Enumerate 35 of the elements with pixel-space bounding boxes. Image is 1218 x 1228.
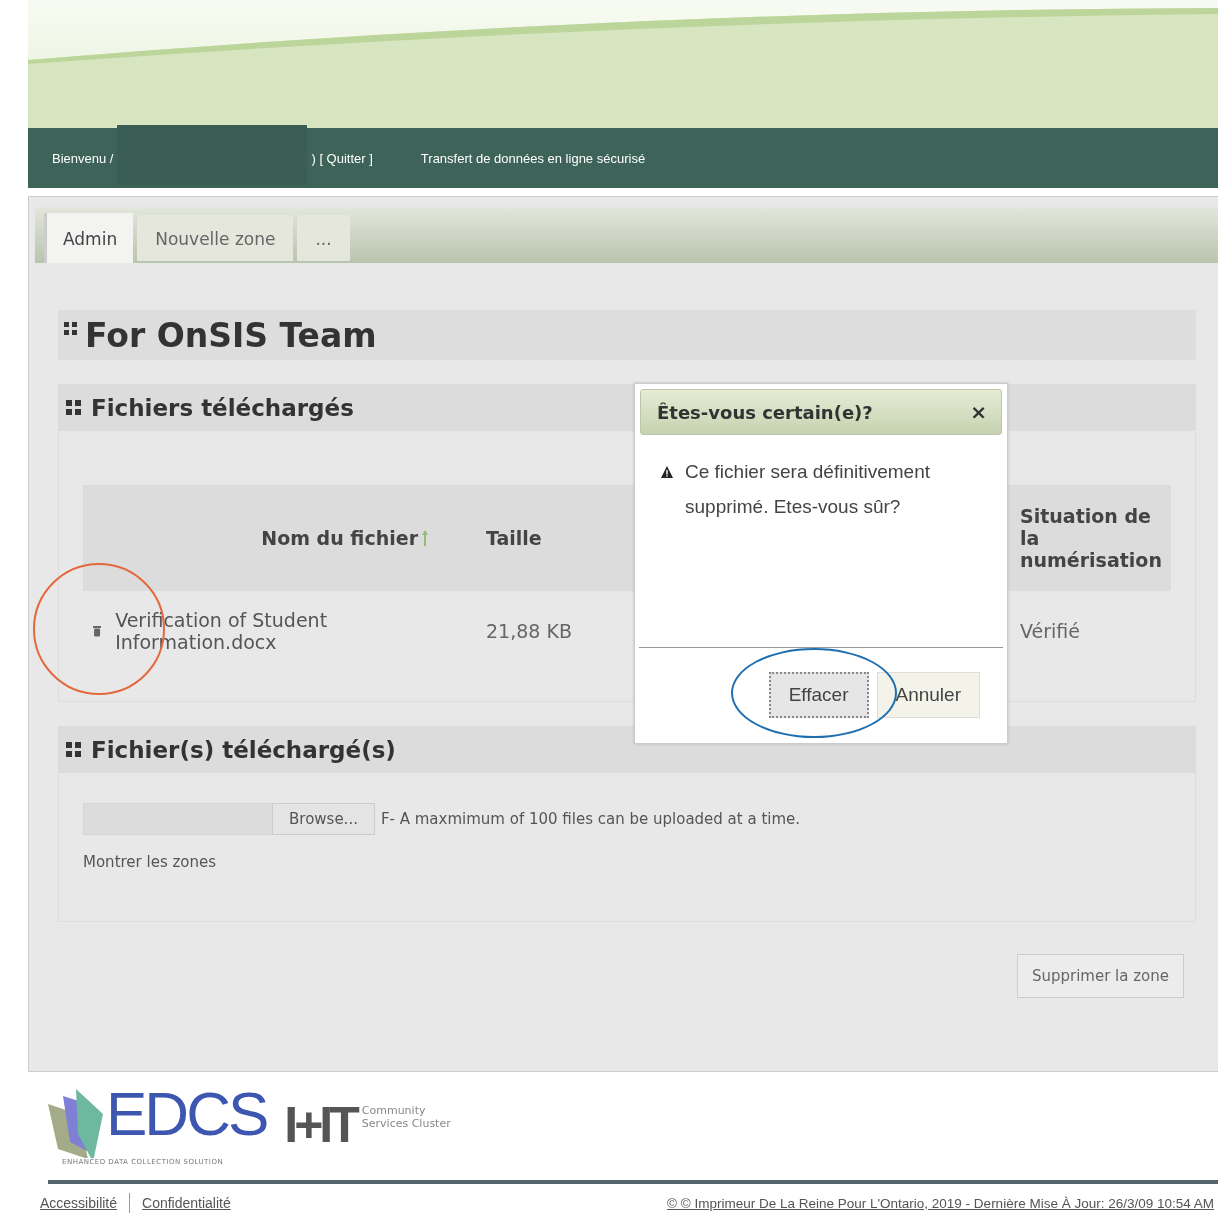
tab[interactable]: Nouvelle zone — [137, 215, 294, 261]
dialog-message: Ce fichier sera définitivement supprimé. Etes-vous sûr? — [685, 460, 931, 519]
footer-link[interactable]: Accessibilité — [40, 1195, 118, 1211]
quit-link[interactable]: ) [ Quitter ] — [311, 150, 373, 166]
app-title: Transfert de données en ligne sécurisé — [420, 150, 646, 166]
dialog-button[interactable]: Effacer — [768, 672, 869, 718]
warning-icon — [661, 466, 673, 478]
section-title: Fichiers téléchargés — [91, 394, 354, 421]
logo-text: EDCS — [106, 1084, 267, 1144]
tab[interactable]: ... — [297, 215, 350, 261]
sort-arrow-icon — [422, 530, 428, 546]
table-cell-text: Vérifié — [1020, 620, 1081, 642]
table-cell-text: 21,88 KB — [485, 620, 573, 642]
grip-icon — [64, 322, 77, 335]
tab[interactable]: Admin — [44, 213, 134, 263]
partner-logo-text: I+IT — [284, 1096, 356, 1154]
copyright-link[interactable]: © © Imprimeur De La Reine Pour L'Ontario, 2019 - Dernière Mise À Jour: 26/3/09 10:54 AM — [667, 1195, 1214, 1211]
browse-button[interactable]: Browse... — [272, 803, 375, 835]
close-button[interactable]: × — [970, 400, 987, 424]
column-header: Situation de la numérisation — [1020, 505, 1163, 571]
welcome-text: Bienvenu / — [52, 150, 114, 166]
delete-zone-button[interactable]: Supprimer la zone — [1016, 954, 1184, 998]
trash-icon[interactable] — [93, 625, 102, 637]
column-header[interactable]: Nom du fichier — [83, 527, 458, 549]
page-title: For OnSIS Team — [85, 315, 377, 355]
show-zones-link[interactable]: Montrer les zones — [83, 853, 217, 871]
footer-link[interactable]: Confidentialité — [142, 1195, 231, 1211]
section-title: Fichier(s) téléchargé(s) — [91, 736, 396, 763]
upload-note: F- A maxmimum of 100 files can be uploaded at a time. — [380, 810, 801, 828]
grip-icon — [66, 400, 81, 415]
file-field[interactable] — [83, 803, 273, 835]
column-header: Taille — [485, 527, 543, 549]
partner-tagline: Community Services Cluster — [361, 1104, 452, 1131]
dialog-title: Êtes-vous certain(e)? — [657, 401, 873, 423]
grip-icon — [66, 742, 81, 757]
